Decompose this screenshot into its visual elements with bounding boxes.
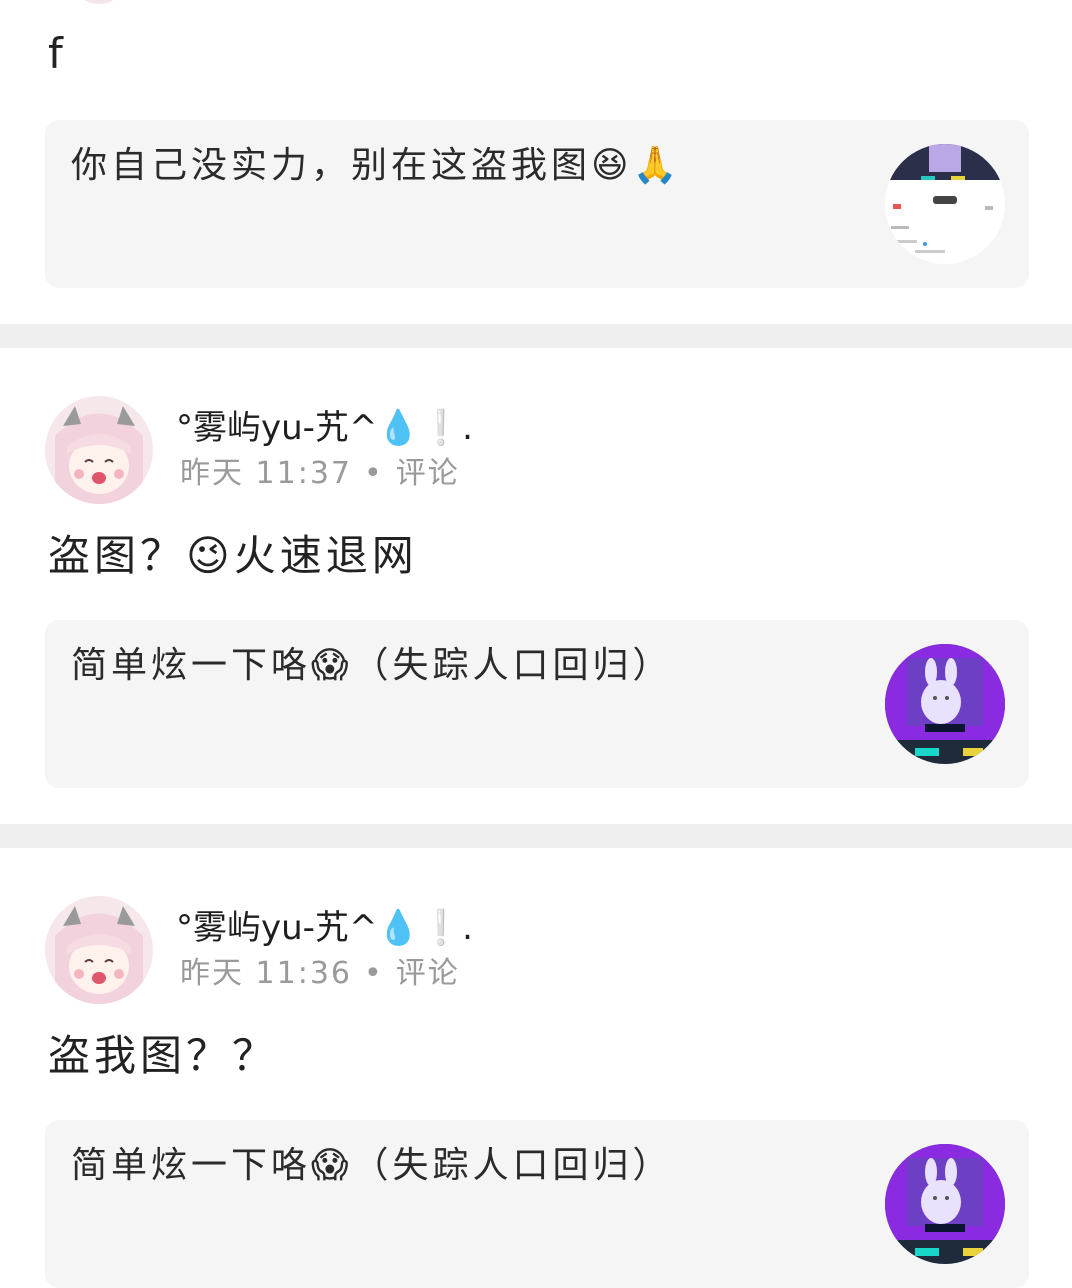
comment-meta: 昨天 11:37 • 评论: [180, 454, 460, 494]
comment-meta: 昨天 11:36 • 评论: [180, 954, 460, 994]
user-avatar[interactable]: [45, 396, 153, 504]
quoted-post[interactable]: 你自己没实力，别在这盗我图😆🙏: [45, 120, 1029, 288]
quoted-post[interactable]: 简单炫一下咯😱（失踪人口回归）: [45, 1120, 1029, 1288]
section-divider: [0, 824, 1072, 848]
rabbit-game-thumbnail-icon: [885, 644, 1005, 764]
quoted-post-thumbnail[interactable]: [885, 644, 1005, 764]
comment-text: f: [48, 29, 67, 78]
quoted-post[interactable]: 简单炫一下咯😱（失踪人口回归）: [45, 620, 1029, 788]
username[interactable]: °雾屿yu-艽^💧❕.: [176, 406, 473, 450]
section-divider: [0, 324, 1072, 348]
screenshot-thumbnail-icon: [885, 144, 1005, 264]
quoted-post-text: 你自己没实力，别在这盗我图😆🙏: [71, 145, 682, 186]
comment-action-label: 评论: [395, 456, 460, 491]
comment-text: 盗我图？？: [48, 1031, 279, 1080]
comment-action-label: 评论: [395, 956, 460, 991]
meta-separator: •: [364, 956, 384, 991]
comment-text: 盗图？😉火速退网: [48, 531, 418, 580]
meta-separator: •: [364, 456, 384, 491]
avatar-anime-girl-icon: [45, 896, 153, 1004]
quoted-post-text: 简单炫一下咯😱（失踪人口回归）: [71, 645, 673, 686]
rabbit-game-thumbnail-icon: [885, 1144, 1005, 1264]
avatar-anime-girl-icon: [45, 396, 153, 504]
username[interactable]: °雾屿yu-艽^💧❕.: [176, 906, 473, 950]
timestamp: 昨天 11:36: [180, 956, 352, 991]
quoted-post-thumbnail[interactable]: [885, 1144, 1005, 1264]
quoted-post-text: 简单炫一下咯😱（失踪人口回归）: [71, 1145, 673, 1186]
quoted-post-thumbnail[interactable]: [885, 144, 1005, 264]
avatar-partial[interactable]: [70, 0, 128, 4]
timestamp: 昨天 11:37: [180, 456, 352, 491]
user-avatar[interactable]: [45, 896, 153, 1004]
